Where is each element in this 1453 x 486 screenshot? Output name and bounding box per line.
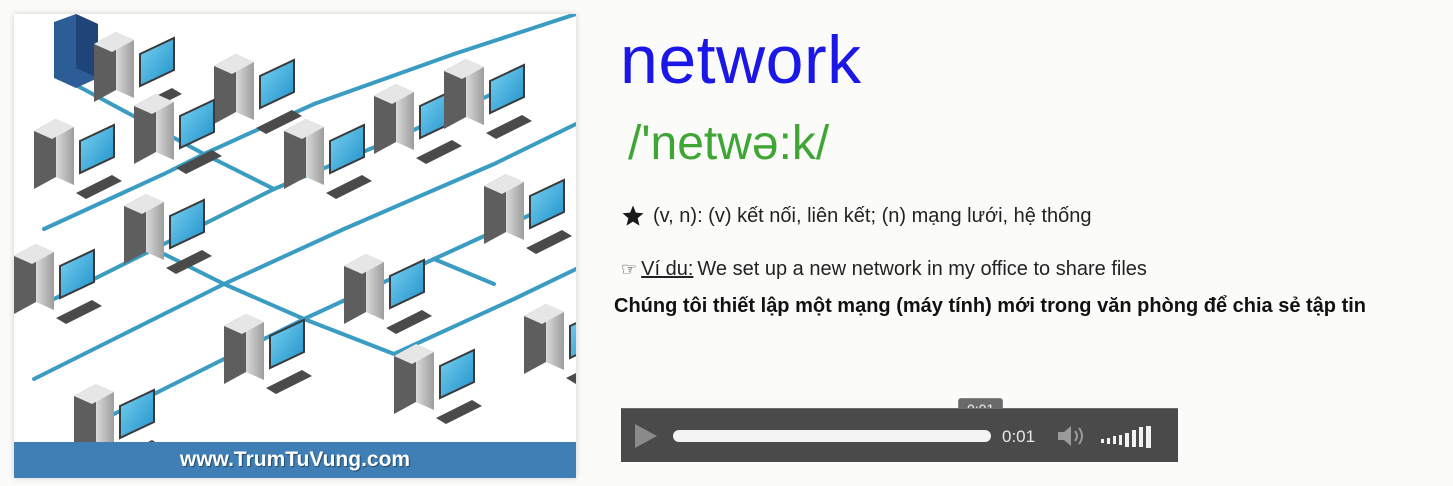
word-image-card: www.TrumTuVung.com xyxy=(14,14,576,478)
audio-player: 0:01 xyxy=(621,408,1178,462)
computer-network-illustration xyxy=(14,14,576,478)
example-label: Ví du: xyxy=(641,258,694,280)
progress-bar[interactable] xyxy=(673,430,991,442)
current-time: 0:01 xyxy=(1002,427,1036,446)
example-sentence: We set up a new network in my office to … xyxy=(697,258,1147,280)
volume-level-icon[interactable] xyxy=(1101,424,1161,450)
star-icon xyxy=(622,205,644,226)
volume-icon[interactable] xyxy=(1056,423,1090,449)
image-caption: www.TrumTuVung.com xyxy=(14,442,576,478)
play-icon[interactable] xyxy=(633,423,659,449)
pronunciation: /'netwə:k/ xyxy=(628,117,830,170)
example-line: ☞ Ví du: We set up a new network in my o… xyxy=(621,258,1147,281)
meaning-text: (v, n): (v) kết nối, liên kết; (n) mạng … xyxy=(653,204,1092,227)
example-translation: Chúng tôi thiết lập một mạng (máy tính) … xyxy=(614,295,1367,317)
meaning-line: (v, n): (v) kết nối, liên kết; (n) mạng … xyxy=(621,204,1092,228)
pointing-hand-icon: ☞ xyxy=(621,259,638,279)
vocabulary-word: network xyxy=(620,22,862,98)
